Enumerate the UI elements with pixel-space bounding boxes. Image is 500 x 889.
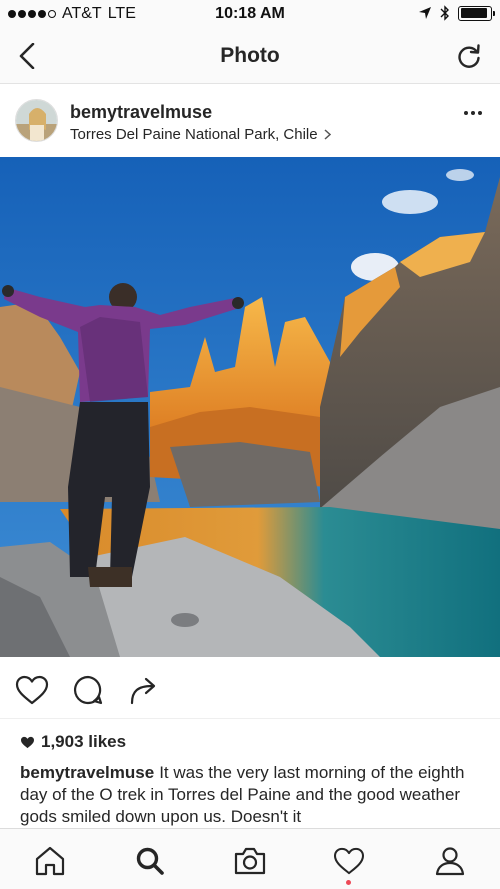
likes-count[interactable]: 1,903 likes bbox=[20, 732, 126, 752]
page-title: Photo bbox=[220, 44, 280, 67]
battery-icon bbox=[458, 5, 495, 21]
chevron-right-icon bbox=[324, 129, 331, 140]
tab-activity[interactable] bbox=[329, 841, 369, 881]
comment-button[interactable] bbox=[70, 672, 106, 708]
activity-heart-icon bbox=[333, 847, 365, 875]
landscape-image bbox=[0, 157, 500, 657]
status-right bbox=[418, 5, 495, 21]
location-arrow-icon bbox=[419, 7, 431, 19]
caption-username[interactable]: bemytravelmuse bbox=[20, 763, 154, 782]
avatar[interactable] bbox=[15, 99, 58, 142]
post-location[interactable]: Torres Del Paine National Park, Chile bbox=[70, 126, 331, 143]
tab-camera[interactable] bbox=[230, 841, 270, 881]
refresh-button[interactable] bbox=[454, 41, 484, 71]
location-label: Torres Del Paine National Park, Chile bbox=[70, 126, 318, 143]
likes-label: 1,903 likes bbox=[41, 732, 127, 751]
notification-dot bbox=[346, 880, 351, 885]
status-bar: AT&T LTE 10:18 AM bbox=[0, 0, 500, 28]
profile-icon bbox=[435, 847, 465, 876]
search-icon bbox=[136, 847, 164, 875]
heart-outline-icon bbox=[15, 675, 49, 705]
refresh-icon bbox=[458, 44, 480, 68]
comment-bubble-icon bbox=[73, 675, 103, 705]
post-photo[interactable] bbox=[0, 157, 500, 657]
bluetooth-icon bbox=[440, 5, 449, 21]
nav-bar: Photo bbox=[0, 28, 500, 84]
heart-filled-icon bbox=[21, 736, 34, 748]
share-arrow-icon bbox=[130, 677, 156, 705]
more-icon bbox=[464, 111, 468, 115]
post-caption: bemytravelmuse It was the very last morni… bbox=[20, 762, 482, 828]
more-options-button[interactable] bbox=[464, 111, 482, 115]
post-username[interactable]: bemytravelmuse bbox=[70, 102, 212, 123]
share-button[interactable] bbox=[126, 672, 162, 708]
tab-search[interactable] bbox=[130, 841, 170, 881]
tab-profile[interactable] bbox=[430, 841, 470, 881]
like-button[interactable] bbox=[14, 672, 50, 708]
tab-bar bbox=[0, 828, 500, 889]
home-icon bbox=[35, 846, 65, 876]
camera-icon bbox=[234, 847, 266, 875]
action-bar bbox=[0, 657, 500, 719]
post-header: bemytravelmuse Torres Del Paine National… bbox=[0, 85, 500, 157]
tab-home[interactable] bbox=[30, 841, 70, 881]
